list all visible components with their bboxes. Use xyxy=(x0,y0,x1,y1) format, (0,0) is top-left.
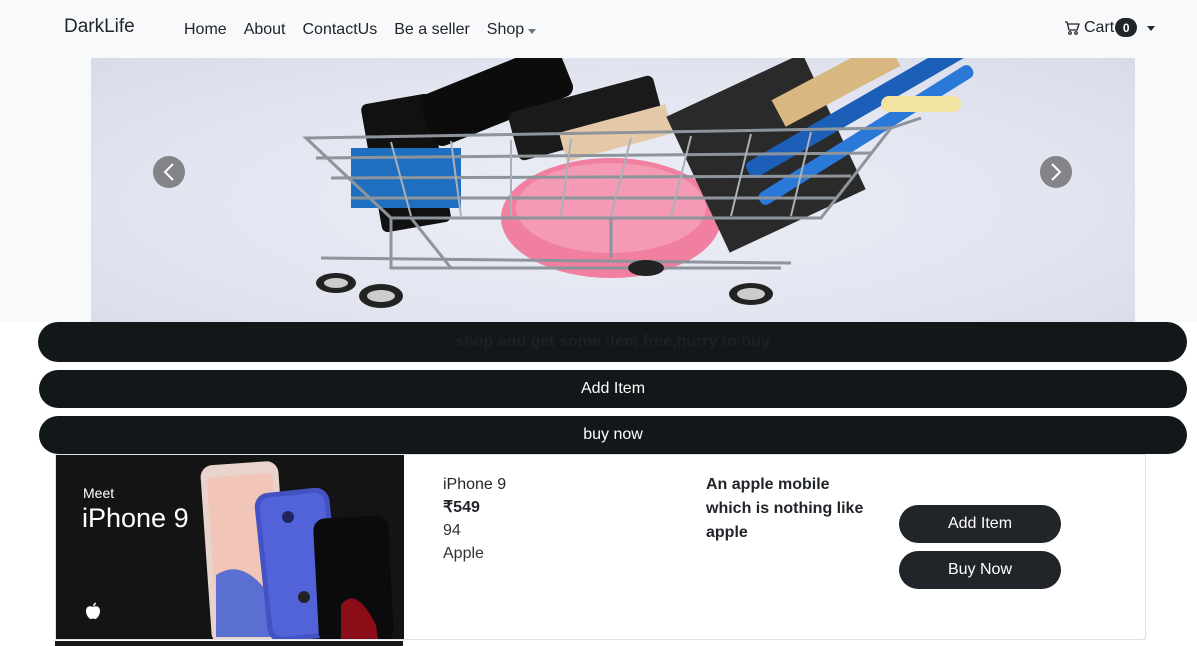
product-rating: 94 xyxy=(443,522,461,539)
image-caption-large: iPhone 9 xyxy=(82,503,189,533)
shopping-cart-image xyxy=(302,58,976,308)
buy-now-bar-button[interactable]: buy now xyxy=(39,416,1187,454)
nav-be-seller[interactable]: Be a seller xyxy=(394,21,470,39)
image-caption-small: Meet xyxy=(83,485,115,501)
product-card: Meet iPhone 9 iPhone 9 ₹549 94 Apple An … xyxy=(55,454,1146,640)
product-image-next xyxy=(55,641,403,646)
cart-count-badge: 0 xyxy=(1115,18,1138,37)
chevron-right-icon xyxy=(1051,163,1062,181)
nav-contact[interactable]: ContactUs xyxy=(303,21,378,39)
nav-shop-label: Shop xyxy=(486,21,525,38)
product-brand: Apple xyxy=(443,545,484,562)
product-info: iPhone 9 ₹549 94 Apple xyxy=(443,473,506,565)
buy-now-button[interactable]: Buy Now xyxy=(899,551,1061,589)
add-item-button[interactable]: Add Item xyxy=(899,505,1061,543)
cart-label: Cart xyxy=(1084,18,1115,36)
carousel-prev-button[interactable] xyxy=(153,156,185,188)
product-description: An apple mobile which is nothing like ap… xyxy=(706,476,864,541)
nav-about[interactable]: About xyxy=(244,21,286,39)
apple-logo-icon xyxy=(86,602,100,619)
iphone-illustration xyxy=(200,461,394,639)
hero-carousel xyxy=(91,58,1135,322)
brand-logo[interactable]: DarkLife xyxy=(64,16,135,38)
chevron-left-icon xyxy=(163,163,174,181)
navbar: DarkLife Home About ContactUs Be a selle… xyxy=(0,0,1197,58)
product-image: Meet iPhone 9 xyxy=(56,455,404,639)
carousel-next-button[interactable] xyxy=(1040,156,1072,188)
cart-dropdown[interactable]: Cart 0 xyxy=(1064,18,1156,37)
promo-banner-button[interactable]: shop and get some item free,hurry to buy xyxy=(38,322,1187,362)
product-price: ₹549 xyxy=(443,499,480,516)
chevron-down-icon xyxy=(528,28,537,34)
nav-home[interactable]: Home xyxy=(184,21,227,39)
product-name: iPhone 9 xyxy=(443,476,507,493)
cart-icon xyxy=(1065,20,1080,35)
nav-shop-dropdown[interactable]: Shop xyxy=(486,21,537,39)
product-card-next xyxy=(55,639,1146,646)
add-item-bar-button[interactable]: Add Item xyxy=(39,370,1187,408)
nav-links: Home About ContactUs Be a seller Shop xyxy=(184,21,537,39)
chevron-down-icon xyxy=(1147,26,1156,31)
